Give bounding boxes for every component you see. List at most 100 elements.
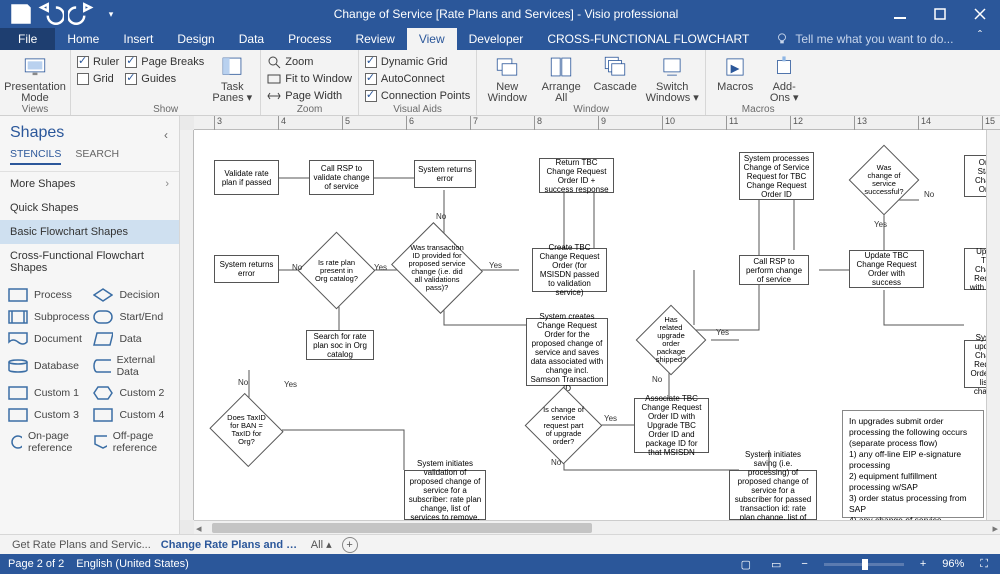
connection-points-checkbox[interactable]: Connection Points [365,88,470,104]
shape-system-processes[interactable]: System processes Change of Service Reque… [739,152,814,200]
page-tab-2[interactable]: Change Rate Plans and Se... [161,539,301,551]
shape-does-taxid[interactable]: Does TaxID for BAN = TaxID for Org? [219,405,274,455]
page-tab-1[interactable]: Get Rate Plans and Servic... [12,539,151,551]
shape-database[interactable]: Database [8,354,89,378]
dynamic-grid-checkbox[interactable]: Dynamic Grid [365,54,470,70]
shape-has-shipped[interactable]: Has related upgrade order package shippe… [646,315,696,365]
shape-decision[interactable]: Decision [93,288,171,302]
shape-system-error-1[interactable]: System returns error [414,160,476,188]
tab-design[interactable]: Design [165,28,226,50]
search-tab[interactable]: SEARCH [75,148,119,165]
redo-icon[interactable] [68,2,94,26]
ribbon-collapse-icon[interactable]: ˆ [960,28,1000,50]
tab-insert[interactable]: Insert [111,28,165,50]
stencils-tab[interactable]: STENCILS [10,148,61,165]
pagebreaks-checkbox[interactable]: Page Breaks [125,54,204,70]
shape-system-updates[interactable]: System updates Change Request Order with… [964,340,986,388]
zoom-out-button[interactable]: − [797,558,811,570]
zoom-button[interactable]: Zoom [267,54,352,70]
shape-was-successful[interactable]: Was change of service successful? [859,155,909,205]
shape-offpage-ref[interactable]: Off-page reference [93,430,171,454]
minimize-button[interactable] [880,0,920,28]
zoom-slider[interactable] [824,563,904,566]
zoom-level[interactable]: 96% [942,558,964,570]
shape-note[interactable]: In upgrades submit order processing the … [842,410,984,518]
tab-crossfunctional[interactable]: CROSS-FUNCTIONAL FLOWCHART [535,28,761,50]
cross-functional-shapes[interactable]: Cross-Functional Flowchart Shapes [0,244,179,280]
task-panes-button[interactable]: TaskPanes ▾ [210,52,254,104]
guides-checkbox[interactable]: Guides [125,71,204,87]
shape-subprocess[interactable]: Subprocess [8,310,89,324]
shape-creates-cro[interactable]: System creates Change Request Order for … [526,318,608,386]
close-button[interactable] [960,0,1000,28]
shape-data[interactable]: Data [93,332,171,346]
qat-customize-icon[interactable]: ▾ [98,2,124,26]
tab-review[interactable]: Review [343,28,406,50]
macros-button[interactable]: ▶Macros [712,52,758,104]
horizontal-scrollbar[interactable]: ◂▸ [194,520,1000,534]
shape-initiates-saving[interactable]: System initiates saving (i.e. processing… [729,470,817,520]
shape-initiates-validation[interactable]: System initiates validation of proposed … [404,470,486,520]
svg-text:▶: ▶ [731,63,740,75]
shape-custom2[interactable]: Custom 2 [93,386,171,400]
cascade-button[interactable]: Cascade [591,52,639,104]
page-width-button[interactable]: Page Width [267,88,352,104]
shape-call-rsp-validate[interactable]: Call RSP to validate change of service [309,160,374,195]
arrange-all-button[interactable]: ArrangeAll [537,52,585,104]
presentation-icon[interactable]: ▭ [767,558,785,571]
group-label-show: Show [77,104,254,115]
fit-to-window-button[interactable]: Fit to Window [267,71,352,87]
shape-process[interactable]: Process [8,288,89,302]
undo-icon[interactable] [38,2,64,26]
shape-order-status[interactable]: Order Status Change Order [964,155,986,197]
shape-system-error-2[interactable]: System returns error [214,255,279,283]
tab-file[interactable]: File [0,28,55,50]
grid-checkbox[interactable]: Grid [77,71,119,87]
shape-custom1[interactable]: Custom 1 [8,386,89,400]
shape-return-tbc[interactable]: Return TBC Change Request Order ID + suc… [539,158,614,193]
shape-call-rsp-perform[interactable]: Call RSP to perform change of service [739,255,809,285]
tab-process[interactable]: Process [276,28,343,50]
tab-developer[interactable]: Developer [457,28,536,50]
new-window-button[interactable]: NewWindow [483,52,531,104]
page-tab-all[interactable]: All ▴ [311,538,332,551]
shape-custom3[interactable]: Custom 3 [8,408,89,422]
shape-update-failure[interactable]: Update TBC Change Request with failure [964,248,986,290]
shape-associate-tbc[interactable]: Associate TBC Change Request Order ID wi… [634,398,709,453]
basic-flowchart-shapes[interactable]: Basic Flowchart Shapes [0,220,179,244]
add-page-button[interactable]: + [342,537,358,553]
shape-is-upgrade[interactable]: Is change of service request part of upg… [536,398,591,453]
tab-home[interactable]: Home [55,28,111,50]
collapse-panel-icon[interactable]: ‹ [164,128,168,142]
shape-validate-plan[interactable]: Validate rate plan if passed [214,160,279,195]
presentation-mode-button[interactable]: PresentationMode [6,52,64,104]
addons-button[interactable]: Add-Ons ▾ [764,52,804,104]
zoom-in-button[interactable]: + [916,558,930,570]
shape-onpage-ref[interactable]: On-page reference [8,430,89,454]
ruler-checkbox[interactable]: Ruler [77,54,119,70]
shape-create-tbc[interactable]: Create TBC Change Request Order (for MSI… [532,248,607,292]
shape-document[interactable]: Document [8,332,89,346]
tab-view[interactable]: View [407,28,457,50]
shape-search-rate-plan[interactable]: Search for rate plan soc in Org catalog [306,330,374,360]
vertical-scrollbar[interactable] [986,130,1000,520]
quick-shapes[interactable]: Quick Shapes [0,196,179,220]
more-shapes[interactable]: More Shapes › [0,172,179,196]
autoconnect-checkbox[interactable]: AutoConnect [365,71,470,87]
shape-startend[interactable]: Start/End [93,310,171,324]
status-language[interactable]: English (United States) [76,558,189,570]
maximize-button[interactable] [920,0,960,28]
save-icon[interactable] [8,2,34,26]
shape-external-data[interactable]: External Data [93,354,171,378]
shape-update-success[interactable]: Update TBC Change Request Order with suc… [849,250,924,288]
shape-custom4[interactable]: Custom 4 [93,408,171,422]
drawing-canvas[interactable]: 3456789101112131415 ◂▸ [180,116,1000,534]
switch-windows-button[interactable]: SwitchWindows ▾ [645,52,699,104]
page-surface[interactable]: Validate rate plan if passed Call RSP to… [194,130,986,520]
fit-page-button[interactable]: ⛶ [976,558,992,571]
tell-me-search[interactable]: Tell me what you want to do... [761,28,960,50]
record-macro-icon[interactable]: ▢ [737,558,755,571]
shape-was-transaction[interactable]: Was transaction ID provided for proposed… [402,238,472,298]
shape-is-rate-plan[interactable]: Is rate plan present in Org catalog? [309,243,364,298]
tab-data[interactable]: Data [227,28,276,50]
